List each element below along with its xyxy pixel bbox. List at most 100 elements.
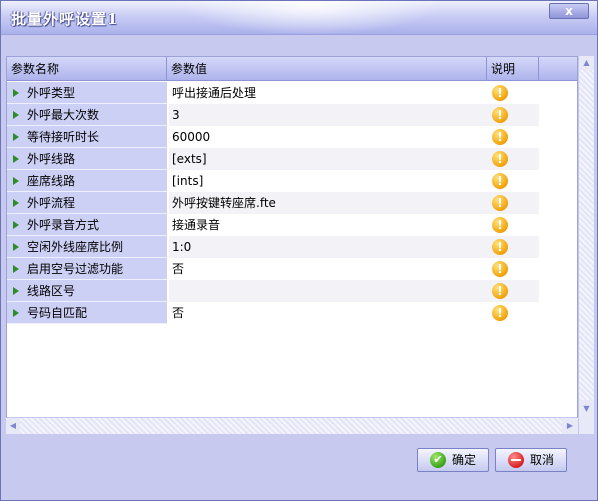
parameter-name-cell[interactable]: 外呼录音方式 <box>7 214 167 236</box>
warning-icon[interactable]: ! <box>492 195 508 211</box>
warning-icon[interactable]: ! <box>492 85 508 101</box>
note-cell[interactable]: ! <box>487 148 539 170</box>
table-row[interactable]: 空闲外线座席比例 1:0! <box>7 236 577 258</box>
vertical-scrollbar[interactable]: ▲ ▼ <box>578 56 594 434</box>
horizontal-scroll-track[interactable] <box>20 418 562 434</box>
parameter-value-cell[interactable]: 1:0 <box>169 236 487 258</box>
parameter-name-cell[interactable]: 外呼最大次数 <box>7 104 167 126</box>
note-cell[interactable]: ! <box>487 82 539 104</box>
parameter-name: 座席线路 <box>27 174 76 188</box>
warning-icon[interactable]: ! <box>492 283 508 299</box>
parameter-name-cell[interactable]: 等待接听时长 <box>7 126 167 148</box>
table-row[interactable]: 启用空号过滤功能 否! <box>7 258 577 280</box>
parameter-name-cell[interactable]: 空闲外线座席比例 <box>7 236 167 258</box>
table-row[interactable]: 外呼类型 呼出接通后处理! <box>7 82 577 104</box>
window-title: 批量外呼设置1 <box>11 10 119 28</box>
expand-arrow-icon <box>13 89 19 97</box>
parameter-name-cell[interactable]: 外呼线路 <box>7 148 167 170</box>
parameter-value: 呼出接通后处理 <box>172 86 257 100</box>
expand-arrow-icon <box>13 133 19 141</box>
parameter-value: [exts] <box>172 152 207 166</box>
expand-arrow-icon <box>13 199 19 207</box>
parameter-name: 外呼流程 <box>27 196 76 210</box>
parameter-value: 否 <box>172 306 185 320</box>
note-cell[interactable]: ! <box>487 236 539 258</box>
scroll-down-icon[interactable]: ▼ <box>579 402 594 416</box>
parameter-value-cell[interactable] <box>169 280 487 302</box>
warning-icon[interactable]: ! <box>492 217 508 233</box>
parameter-name-cell[interactable]: 外呼流程 <box>7 192 167 214</box>
warning-icon[interactable]: ! <box>492 261 508 277</box>
expand-arrow-icon <box>13 177 19 185</box>
table-row[interactable]: 外呼线路 [exts]! <box>7 148 577 170</box>
note-cell[interactable]: ! <box>487 302 539 324</box>
note-cell[interactable]: ! <box>487 214 539 236</box>
parameter-value: 外呼按键转座席.fte <box>172 196 276 210</box>
expand-arrow-icon <box>13 287 19 295</box>
close-button[interactable]: x <box>549 3 589 19</box>
expand-arrow-icon <box>13 221 19 229</box>
parameter-value: 否 <box>172 262 185 276</box>
table-row[interactable]: 号码自匹配 否! <box>7 302 577 324</box>
table-row[interactable]: 线路区号! <box>7 280 577 302</box>
column-header-name[interactable]: 参数名称 <box>7 57 167 81</box>
warning-icon[interactable]: ! <box>492 151 508 167</box>
parameter-name: 空闲外线座席比例 <box>27 240 124 254</box>
note-cell[interactable]: ! <box>487 258 539 280</box>
scroll-up-icon[interactable]: ▲ <box>579 56 594 70</box>
dialog-window: 批量外呼设置1 x 参数名称 参数值 说明 外呼类型 呼出接通后处理! 外呼最大次数… <box>0 0 598 501</box>
warning-icon[interactable]: ! <box>492 173 508 189</box>
table-row[interactable]: 外呼录音方式 接通录音! <box>7 214 577 236</box>
parameter-name-cell[interactable]: 座席线路 <box>7 170 167 192</box>
ok-button-label: 确定 <box>452 453 477 467</box>
parameter-value: 接通录音 <box>172 218 221 232</box>
parameter-name-cell[interactable]: 号码自匹配 <box>7 302 167 324</box>
note-cell[interactable]: ! <box>487 126 539 148</box>
parameter-value: 60000 <box>172 130 211 144</box>
parameter-value: 1:0 <box>172 240 192 254</box>
expand-arrow-icon <box>13 309 19 317</box>
parameter-value-cell[interactable]: 否 <box>169 258 487 280</box>
parameter-value: [ints] <box>172 174 204 188</box>
expand-arrow-icon <box>13 111 19 119</box>
table-row[interactable]: 座席线路 [ints]! <box>7 170 577 192</box>
warning-icon[interactable]: ! <box>492 129 508 145</box>
vertical-scroll-track[interactable] <box>579 70 594 400</box>
parameter-name: 外呼最大次数 <box>27 108 100 122</box>
note-cell[interactable]: ! <box>487 280 539 302</box>
warning-icon[interactable]: ! <box>492 305 508 321</box>
title-bar[interactable]: 批量外呼设置1 x <box>1 1 597 35</box>
parameter-name: 等待接听时长 <box>27 130 100 144</box>
scroll-right-icon[interactable]: ▶ <box>563 418 577 434</box>
table-row[interactable]: 外呼流程 外呼按键转座席.fte! <box>7 192 577 214</box>
table-row[interactable]: 等待接听时长 60000! <box>7 126 577 148</box>
note-cell[interactable]: ! <box>487 192 539 214</box>
parameter-value-cell[interactable]: 呼出接通后处理 <box>169 82 487 104</box>
column-header-value[interactable]: 参数值 <box>167 57 487 81</box>
parameter-name-cell[interactable]: 启用空号过滤功能 <box>7 258 167 280</box>
checkmark-icon: ✔ <box>430 452 446 468</box>
parameter-value-cell[interactable]: 3 <box>169 104 487 126</box>
parameter-name: 号码自匹配 <box>27 306 88 320</box>
parameter-value-cell[interactable]: [ints] <box>169 170 487 192</box>
horizontal-scrollbar[interactable]: ◀ ▶ <box>6 417 578 434</box>
parameter-name-cell[interactable]: 外呼类型 <box>7 82 167 104</box>
warning-icon[interactable]: ! <box>492 107 508 123</box>
parameter-value-cell[interactable]: 外呼按键转座席.fte <box>169 192 487 214</box>
note-cell[interactable]: ! <box>487 104 539 126</box>
warning-icon[interactable]: ! <box>492 239 508 255</box>
close-icon: x <box>565 4 573 18</box>
parameter-name: 外呼线路 <box>27 152 76 166</box>
parameter-name-cell[interactable]: 线路区号 <box>7 280 167 302</box>
ok-button[interactable]: ✔ 确定 <box>417 448 489 472</box>
table-row[interactable]: 外呼最大次数 3! <box>7 104 577 126</box>
column-header-note[interactable]: 说明 <box>487 57 539 81</box>
parameter-value-cell[interactable]: 60000 <box>169 126 487 148</box>
parameter-value-cell[interactable]: 否 <box>169 302 487 324</box>
grid-header: 参数名称 参数值 说明 <box>7 57 577 81</box>
parameter-value-cell[interactable]: 接通录音 <box>169 214 487 236</box>
scroll-left-icon[interactable]: ◀ <box>6 418 20 434</box>
note-cell[interactable]: ! <box>487 170 539 192</box>
parameter-value-cell[interactable]: [exts] <box>169 148 487 170</box>
cancel-button[interactable]: 取消 <box>495 448 567 472</box>
